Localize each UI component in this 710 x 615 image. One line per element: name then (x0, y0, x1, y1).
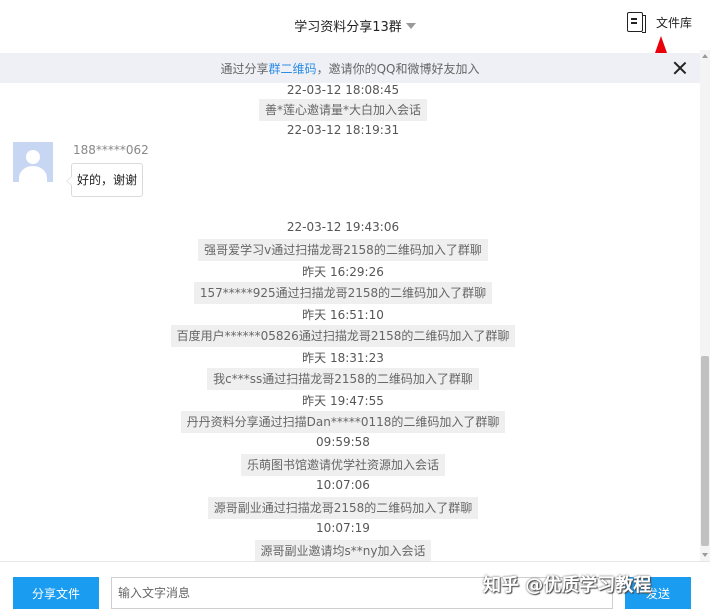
message-timestamp: 昨天 19:47:55 (302, 394, 384, 408)
notice-prefix: 通过分享 (220, 61, 269, 76)
message-input[interactable] (111, 577, 613, 609)
system-message-text: 百度用户******05826通过扫描龙哥2158的二维码加入了群聊 (170, 325, 516, 347)
system-message: 善*莲心邀请量*大白加入会话 (0, 99, 686, 121)
avatar[interactable] (13, 142, 53, 182)
system-message: 源哥副业邀请均s**ny加入会话 (0, 540, 686, 561)
chat-message-list: 22-03-12 18:08:45 善*莲心邀请量*大白加入会话 22-03-1… (0, 83, 700, 561)
system-message: 强哥爱学习v通过扫描龙哥2158的二维码加入了群聊 (0, 239, 686, 261)
sender-name: 188*****062 (73, 143, 149, 157)
chevron-down-icon[interactable] (405, 23, 416, 29)
system-message-text: 源哥副业通过扫描龙哥2158的二维码加入了群聊 (207, 497, 479, 519)
system-message-text: 源哥副业邀请均s**ny加入会话 (254, 540, 432, 561)
system-message-text: 丹丹资料分享通过扫描Dan*****0118的二维码加入了群聊 (180, 411, 506, 433)
message-timestamp: 10:07:19 (316, 521, 370, 535)
message-timestamp: 22-03-12 18:19:31 (286, 123, 400, 137)
system-message-text: 157*****925通过扫描龙哥2158的二维码加入了群聊 (193, 282, 493, 304)
file-library-label[interactable]: 文件库 (656, 14, 692, 31)
chat-scrollbar[interactable] (700, 50, 710, 561)
message-timestamp: 10:07:06 (316, 478, 370, 492)
title-area[interactable]: 学习资料分享13群 (0, 0, 710, 50)
message-timestamp: 昨天 18:31:23 (302, 351, 384, 365)
system-message: 157*****925通过扫描龙哥2158的二维码加入了群聊 (0, 282, 686, 304)
group-title[interactable]: 学习资料分享13群 (294, 16, 402, 35)
system-message: 丹丹资料分享通过扫描Dan*****0118的二维码加入了群聊 (0, 411, 686, 433)
scroll-thumb[interactable] (701, 356, 709, 546)
message-timestamp: 昨天 16:29:26 (302, 265, 384, 279)
chat-bubble[interactable]: 好的，谢谢 (65, 163, 144, 197)
message-timestamp: 22-03-12 18:08:45 (286, 83, 400, 97)
message-timestamp: 09:59:58 (316, 435, 370, 449)
qr-code-link[interactable]: 群二维码 (269, 60, 317, 77)
scroll-down-icon[interactable] (702, 553, 708, 557)
system-message-text: 我c***ss通过扫描龙哥2158的二维码加入了群聊 (207, 368, 479, 390)
file-library-button[interactable]: 文件库 (626, 12, 692, 33)
send-button[interactable]: 发送 (625, 577, 691, 609)
message-input-bar: 分享文件 发送 (0, 561, 710, 615)
message-timestamp: 22-03-12 19:43:06 (286, 220, 400, 234)
close-icon[interactable] (673, 61, 687, 75)
system-message-text: 善*莲心邀请量*大白加入会话 (258, 99, 427, 121)
message-timestamp: 昨天 16:51:10 (302, 308, 384, 322)
system-message: 我c***ss通过扫描龙哥2158的二维码加入了群聊 (0, 368, 686, 390)
system-message: 百度用户******05826通过扫描龙哥2158的二维码加入了群聊 (0, 325, 686, 347)
scroll-up-icon[interactable] (702, 54, 708, 58)
system-message: 乐萌图书馆邀请优学社资源加入会话 (0, 454, 686, 476)
chat-header: 学习资料分享13群 文件库 (0, 0, 710, 50)
share-file-button[interactable]: 分享文件 (13, 577, 99, 609)
system-message-text: 强哥爱学习v通过扫描龙哥2158的二维码加入了群聊 (198, 239, 488, 261)
system-message: 源哥副业通过扫描龙哥2158的二维码加入了群聊 (0, 497, 686, 519)
notice-suffix: ，邀请你的QQ和微博好友加入 (316, 61, 480, 76)
file-library-icon[interactable] (626, 12, 646, 33)
system-message-text: 乐萌图书馆邀请优学社资源加入会话 (240, 454, 445, 476)
invite-notice-bar: 通过分享 群二维码 ，邀请你的QQ和微博好友加入 (0, 53, 700, 83)
